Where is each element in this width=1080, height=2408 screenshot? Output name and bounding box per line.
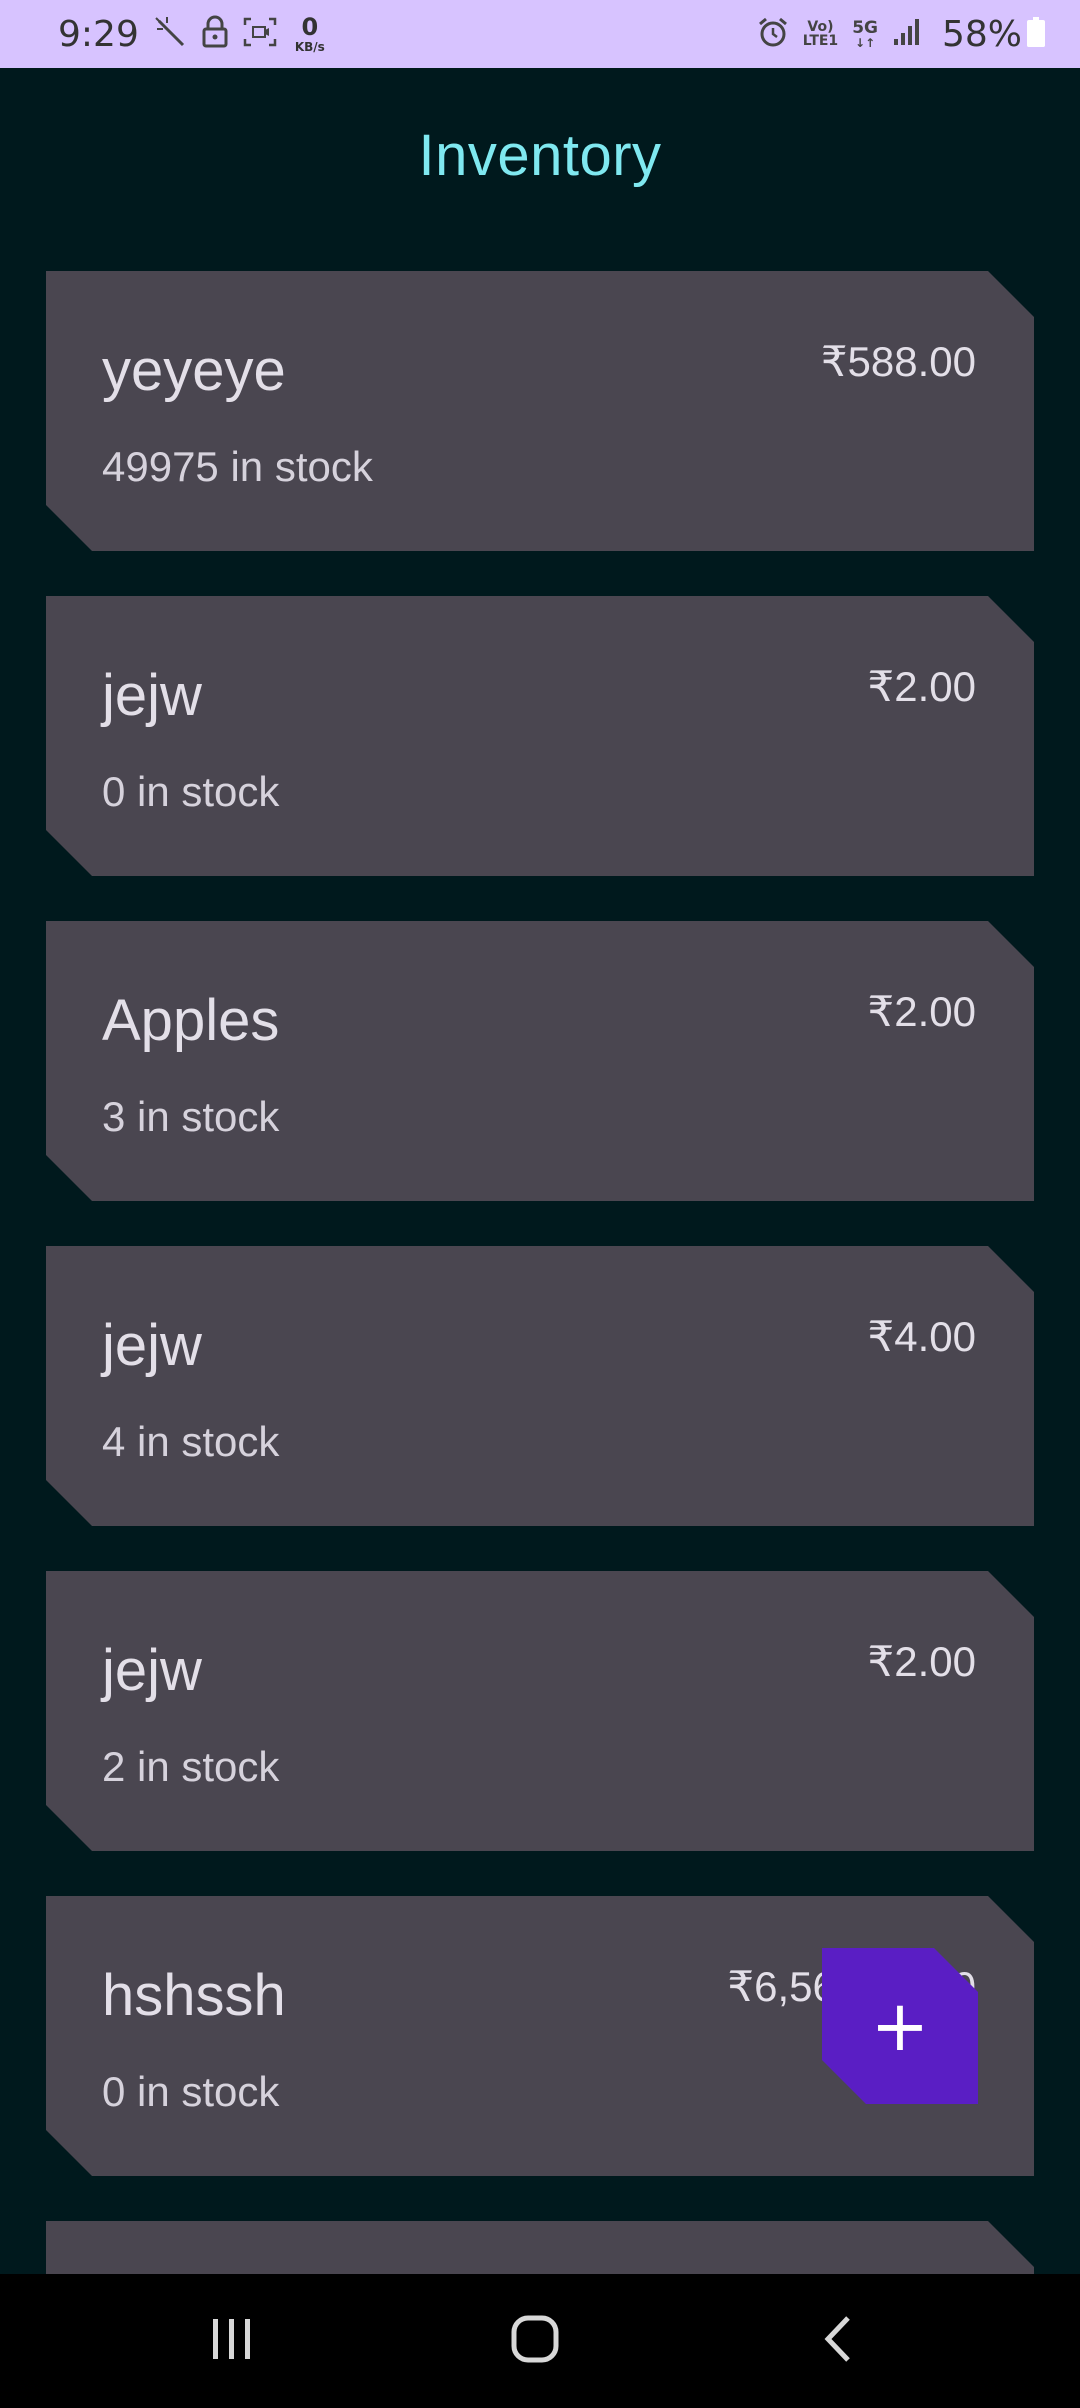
item-name: jejw <box>102 1313 202 1378</box>
screenshot-icon <box>243 17 277 51</box>
recent-apps-button[interactable] <box>162 2274 302 2408</box>
item-name: hshssh <box>102 1963 286 2028</box>
recent-apps-icon <box>207 2317 257 2366</box>
inventory-item-card[interactable] <box>46 2221 1034 2274</box>
inventory-item-card[interactable]: jejw 2 in stock ₹2.00 <box>46 1571 1034 1851</box>
alarm-icon <box>757 16 789 52</box>
status-bar: 9:29 0 KB/s Vo) LTE1 5G ↓↑ 58% <box>0 0 1080 68</box>
item-name: jejw <box>102 663 202 728</box>
volte-top: Vo) <box>807 19 834 35</box>
item-name: yeyeye <box>102 338 286 403</box>
item-stock: 3 in stock <box>102 1093 280 1140</box>
system-nav-bar <box>0 2274 1080 2408</box>
home-icon <box>510 2314 560 2369</box>
status-time: 9:29 <box>58 13 139 55</box>
status-right: Vo) LTE1 5G ↓↑ 58% <box>757 0 1046 68</box>
inventory-item-card[interactable]: jejw 0 in stock ₹2.00 <box>46 596 1034 876</box>
back-button[interactable] <box>768 2274 908 2408</box>
magic-wand-icon <box>153 15 187 53</box>
network-arrows: ↓↑ <box>855 35 876 50</box>
inventory-item-card[interactable]: jejw 4 in stock ₹4.00 <box>46 1246 1034 1526</box>
inventory-item-card[interactable]: yeyeye 49975 in stock ₹588.00 <box>46 271 1034 551</box>
battery-percent: 58% <box>941 13 1022 55</box>
app-screen: Inventory yeyeye 49975 in stock ₹588.00 … <box>0 68 1080 2274</box>
signal-icon <box>892 17 922 51</box>
add-icon: + <box>870 1985 930 2067</box>
item-price: ₹2.00 <box>867 988 976 1035</box>
item-price: ₹2.00 <box>867 663 976 710</box>
network-label: 5G <box>852 17 878 38</box>
item-stock: 2 in stock <box>102 1743 280 1790</box>
item-price: ₹588.00 <box>820 338 976 385</box>
add-item-button[interactable]: + <box>822 1948 978 2104</box>
lock-icon <box>201 15 229 53</box>
item-stock: 0 in stock <box>102 768 280 815</box>
item-name: Apples <box>102 988 280 1053</box>
volte-indicator: Vo) LTE1 <box>803 20 838 48</box>
item-price: ₹2.00 <box>867 1638 976 1685</box>
status-left: 9:29 0 KB/s <box>58 0 325 68</box>
inventory-item-card[interactable]: Apples 3 in stock ₹2.00 <box>46 921 1034 1201</box>
page-title: Inventory <box>418 123 662 188</box>
item-name: jejw <box>102 1638 202 1703</box>
net-speed-value: 0 <box>301 13 319 41</box>
item-stock: 0 in stock <box>102 2068 280 2115</box>
net-speed-unit: KB/s <box>294 40 325 54</box>
item-stock: 49975 in stock <box>102 443 373 490</box>
battery-icon <box>1026 16 1046 52</box>
network-type: 5G ↓↑ <box>852 17 878 50</box>
volte-bottom: LTE1 <box>802 33 839 49</box>
item-price: ₹4.00 <box>867 1313 976 1360</box>
item-stock: 4 in stock <box>102 1418 280 1465</box>
home-button[interactable] <box>465 2274 605 2408</box>
net-speed: 0 KB/s <box>295 15 325 53</box>
back-icon <box>818 2314 858 2369</box>
